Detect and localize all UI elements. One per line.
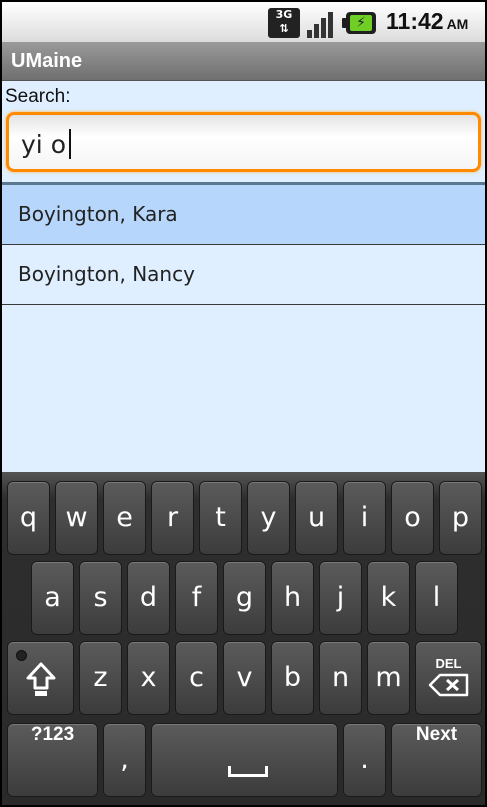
- key-s[interactable]: s: [79, 561, 122, 635]
- key-w[interactable]: w: [55, 481, 98, 555]
- search-input[interactable]: [21, 127, 461, 161]
- delete-key[interactable]: DEL: [415, 641, 482, 715]
- battery-charging-icon: ⚡: [342, 12, 376, 34]
- key-i[interactable]: i: [343, 481, 386, 555]
- key-l[interactable]: l: [415, 561, 458, 635]
- comma-key[interactable]: ,: [103, 723, 146, 797]
- device-screen: 3G ⇅ ⚡ 11:42AM UMaine Search: Boyington,…: [2, 2, 485, 805]
- key-a[interactable]: a: [31, 561, 74, 635]
- text-cursor: [69, 129, 71, 159]
- shift-key[interactable]: [7, 641, 74, 715]
- key-n[interactable]: n: [319, 641, 362, 715]
- symbols-key[interactable]: ?123: [7, 723, 98, 797]
- key-r[interactable]: r: [151, 481, 194, 555]
- key-c[interactable]: c: [175, 641, 218, 715]
- list-item[interactable]: Boyington, Kara: [2, 185, 485, 245]
- key-j[interactable]: j: [319, 561, 362, 635]
- list-item[interactable]: Boyington, Nancy: [2, 245, 485, 305]
- app-title: UMaine: [11, 50, 83, 72]
- key-v[interactable]: v: [223, 641, 266, 715]
- soft-keyboard: q w e r t y u i o p a s d f g h j k l z …: [2, 472, 485, 805]
- key-g[interactable]: g: [223, 561, 266, 635]
- backspace-icon: [428, 673, 468, 697]
- search-field[interactable]: [6, 112, 481, 172]
- key-t[interactable]: t: [199, 481, 242, 555]
- key-d[interactable]: d: [127, 561, 170, 635]
- clock-time: 11:42: [386, 8, 444, 34]
- delete-label: DEL: [435, 656, 462, 671]
- period-key[interactable]: .: [343, 723, 386, 797]
- status-bar: 3G ⇅ ⚡ 11:42 AM: [2, 2, 485, 43]
- search-label: Search:: [5, 86, 71, 107]
- app-title-bar: UMaine: [2, 42, 485, 81]
- key-x[interactable]: x: [127, 641, 170, 715]
- signal-strength-icon: [307, 8, 339, 38]
- key-h[interactable]: h: [271, 561, 314, 635]
- key-k[interactable]: k: [367, 561, 410, 635]
- network-3g-icon: 3G ⇅: [268, 8, 300, 38]
- clock: 11:42 AM: [386, 8, 468, 35]
- key-z[interactable]: z: [79, 641, 122, 715]
- key-e[interactable]: e: [103, 481, 146, 555]
- key-q[interactable]: q: [7, 481, 50, 555]
- next-key[interactable]: Next: [391, 723, 482, 797]
- caps-lock-indicator: [16, 650, 27, 661]
- results-list: Boyington, Kara Boyington, Nancy: [2, 185, 485, 305]
- space-bar-icon: [228, 766, 268, 777]
- key-u[interactable]: u: [295, 481, 338, 555]
- network-activity-icon: ⇅: [279, 22, 289, 35]
- key-m[interactable]: m: [367, 641, 410, 715]
- key-p[interactable]: p: [439, 481, 482, 555]
- key-y[interactable]: y: [247, 481, 290, 555]
- key-b[interactable]: b: [271, 641, 314, 715]
- network-type-label: 3G: [275, 8, 293, 21]
- key-f[interactable]: f: [175, 561, 218, 635]
- space-key[interactable]: [151, 723, 338, 797]
- key-o[interactable]: o: [391, 481, 434, 555]
- clock-ampm: AM: [446, 16, 469, 32]
